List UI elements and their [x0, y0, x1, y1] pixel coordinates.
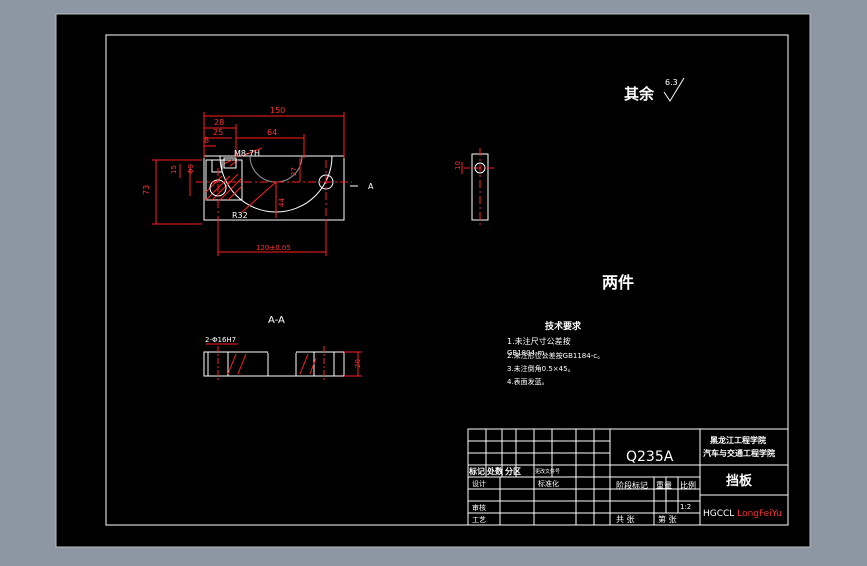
svg-text:重量: 重量: [656, 480, 672, 490]
svg-text:2.未注形位公差按GB1184-c。: 2.未注形位公差按GB1184-c。: [507, 351, 604, 360]
svg-text:其余: 其余: [624, 85, 655, 103]
svg-text:标记: 标记: [468, 466, 485, 476]
svg-text:阶段标记: 阶段标记: [616, 480, 648, 490]
dim-27: 27: [290, 167, 298, 176]
section-marker: A: [368, 182, 374, 191]
dim-73: 73: [142, 185, 151, 195]
dim-8: 8: [204, 136, 209, 145]
svg-text:4.表面发蓝。: 4.表面发蓝。: [507, 377, 549, 386]
svg-text:设计: 设计: [472, 479, 486, 488]
svg-text:更改文件号: 更改文件号: [535, 468, 560, 475]
dim-44: 44: [278, 198, 286, 207]
holes-label: 2-Φ16H7: [205, 336, 236, 344]
svg-text:处数: 处数: [486, 466, 504, 476]
radius-label: R32: [232, 211, 248, 220]
cad-viewport: A 150 28 25 8 64 M8-7H 73 15 Φ9 27 44 R3…: [0, 0, 867, 562]
svg-text:共 张: 共 张: [616, 515, 635, 524]
drawing-sheet: [56, 14, 810, 547]
tech-title: 技术要求: [545, 320, 582, 332]
drawing-canvas: A 150 28 25 8 64 M8-7H 73 15 Φ9 27 44 R3…: [55, 13, 811, 548]
section-title: A-A: [268, 315, 285, 326]
dim-28: 28: [214, 118, 224, 127]
svg-text:汽车与交通工程学院: 汽车与交通工程学院: [703, 448, 775, 458]
drawing-code: HGCCL LongFeiYu: [703, 509, 782, 519]
svg-text:黑龙江工程学院: 黑龙江工程学院: [710, 435, 766, 445]
svg-text:6.3: 6.3: [665, 78, 678, 87]
svg-text:第 张: 第 张: [658, 514, 677, 524]
dim-64: 64: [267, 128, 277, 137]
side-dim-10: 10: [454, 161, 462, 170]
dim-phi9: Φ9: [187, 164, 195, 174]
svg-text:3.未注倒角0.5×45。: 3.未注倒角0.5×45。: [507, 364, 575, 373]
dim-15: 15: [170, 165, 178, 174]
svg-text:1.未注尺寸公差按: 1.未注尺寸公差按: [507, 336, 571, 346]
dim-150: 150: [270, 106, 285, 115]
dim-120: 120±0.05: [256, 244, 291, 252]
svg-text:工艺: 工艺: [472, 516, 486, 524]
thread-label: M8-7H: [234, 149, 260, 158]
material-label: Q235A: [626, 449, 674, 465]
svg-text:标准化: 标准化: [538, 479, 559, 488]
dim-25: 25: [213, 128, 223, 137]
svg-text:比例: 比例: [680, 480, 696, 490]
svg-text:分区: 分区: [505, 466, 521, 476]
scale-ratio: 1:2: [680, 503, 691, 511]
svg-text:审核: 审核: [472, 503, 486, 512]
part-name: 挡板: [726, 473, 753, 489]
dim-20: 20: [354, 359, 362, 368]
quantity-note: 两件: [602, 273, 634, 292]
